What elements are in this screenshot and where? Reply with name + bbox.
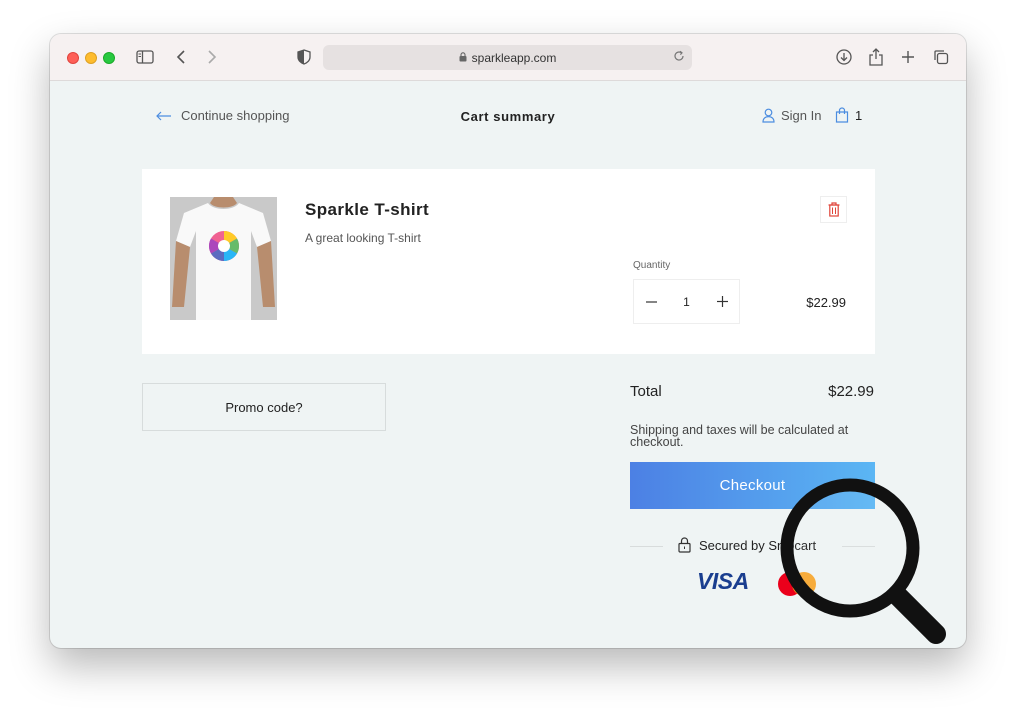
secured-by-row: Secured by Snipcart <box>630 537 875 555</box>
product-description: A great looking T-shirt <box>305 231 421 245</box>
sign-in-link[interactable]: Sign In <box>762 108 821 123</box>
quantity-stepper: 1 <box>633 279 740 324</box>
trash-icon <box>828 202 839 217</box>
page-title: Cart summary <box>460 109 556 124</box>
increase-quantity-button[interactable] <box>705 280 739 323</box>
back-nav-icon[interactable] <box>170 46 192 68</box>
cart-page: Continue shopping Cart summary Sign In 1 <box>50 81 966 648</box>
forward-nav-icon[interactable] <box>201 46 223 68</box>
reload-icon[interactable] <box>673 50 685 65</box>
quantity-label: Quantity <box>633 260 671 271</box>
quantity-value[interactable]: 1 <box>668 295 705 309</box>
user-icon <box>762 108 775 123</box>
product-name: Sparkle T-shirt <box>305 200 430 219</box>
mastercard-orange-circle <box>792 572 816 596</box>
address-bar[interactable]: sparkleapp.com <box>323 45 692 70</box>
minus-icon <box>645 300 657 303</box>
secured-by-label: Secured by Snipcart <box>699 537 817 553</box>
delete-item-button[interactable] <box>820 196 847 223</box>
tab-overview-icon[interactable] <box>930 46 952 68</box>
zoom-window-button[interactable] <box>103 52 115 64</box>
cart-item-card: Sparkle T-shirt A great looking T-shirt … <box>142 169 875 354</box>
lock-icon <box>678 537 691 553</box>
promo-code-button[interactable]: Promo code? <box>142 383 386 431</box>
new-tab-icon[interactable] <box>897 46 919 68</box>
secured-by-label-group: Secured by Snipcart <box>678 537 816 553</box>
divider-right <box>842 546 875 547</box>
share-icon[interactable] <box>865 46 887 68</box>
mastercard-logo <box>778 572 818 596</box>
total-value: $22.99 <box>828 383 874 400</box>
visa-logo: VISA <box>697 568 749 594</box>
url-text: sparkleapp.com <box>471 50 557 65</box>
cart-button[interactable]: 1 <box>835 107 862 123</box>
browser-titlebar: sparkleapp.com <box>50 34 966 81</box>
checkout-button[interactable]: Checkout <box>630 462 875 509</box>
lock-icon <box>459 51 467 65</box>
sign-in-label: Sign In <box>781 108 822 123</box>
download-icon[interactable] <box>833 46 855 68</box>
minimize-window-button[interactable] <box>85 52 97 64</box>
cart-count-badge: 1 <box>855 107 863 123</box>
divider-left <box>630 546 663 547</box>
browser-window: sparkleapp.com Continue shopping Cart su… <box>50 34 966 648</box>
item-price: $22.99 <box>806 295 846 310</box>
shield-icon[interactable] <box>293 46 315 68</box>
close-window-button[interactable] <box>67 52 79 64</box>
shopping-bag-icon <box>835 107 849 123</box>
product-image <box>170 197 277 320</box>
decrease-quantity-button[interactable] <box>634 280 668 323</box>
plus-icon <box>716 296 728 307</box>
shipping-note: Shipping and taxes will be calculated at… <box>630 423 849 449</box>
sidebar-toggle-icon[interactable] <box>134 46 156 68</box>
total-label: Total <box>630 383 662 400</box>
